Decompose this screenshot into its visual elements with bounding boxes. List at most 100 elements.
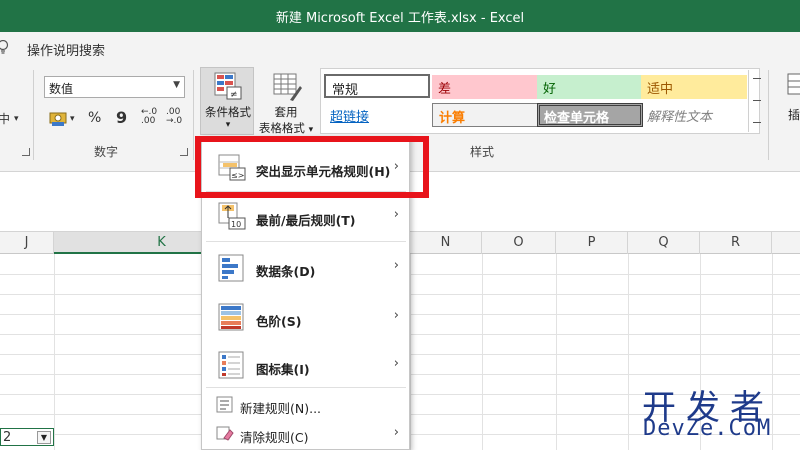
column-header-n[interactable]: N xyxy=(410,232,482,254)
menu-item-label: 数据条(D) xyxy=(256,264,316,279)
alignment-launcher-icon[interactable] xyxy=(22,148,30,156)
more-styles-icon xyxy=(753,122,761,123)
format-as-table-label-2-text: 表格格式 xyxy=(258,121,305,135)
format-as-table-label-1: 套用 xyxy=(274,105,298,119)
icon-sets-icon xyxy=(218,351,244,379)
align-center-partial[interactable]: 中 xyxy=(0,110,10,127)
percent-style-button[interactable]: % xyxy=(88,110,101,126)
increase-decimal-button[interactable]: ←.0 .00 xyxy=(141,108,157,126)
insert-label: 插 xyxy=(788,108,800,122)
menu-item-data-bars[interactable]: 数据条(D) › xyxy=(202,245,409,291)
top-ten-number: 10 xyxy=(231,220,241,229)
column-header-p[interactable]: P xyxy=(556,232,628,254)
color-scales-icon xyxy=(218,303,244,331)
group-separator xyxy=(33,70,34,160)
decrease-decimal-button[interactable]: .00 →.0 xyxy=(166,108,182,126)
style-hyperlink-label: 超链接 xyxy=(330,110,370,125)
style-bad[interactable]: 差 xyxy=(432,75,538,99)
menu-item-label: 色阶(S) xyxy=(256,314,302,329)
annotation-highlight-box xyxy=(195,136,429,198)
eraser-icon xyxy=(216,426,234,441)
column-header-o[interactable]: O xyxy=(482,232,556,254)
conditional-formatting-icon: ≠ xyxy=(214,72,242,100)
menu-item-label: 清除规则(C) xyxy=(240,430,309,445)
align-dropdown-icon[interactable]: ▾ xyxy=(14,114,19,124)
svg-text:≠: ≠ xyxy=(230,90,238,100)
scroll-up-icon xyxy=(753,78,761,79)
tell-me-bar: 操作说明搜索 xyxy=(0,32,800,62)
currency-format-icon[interactable] xyxy=(48,110,68,128)
currency-dropdown-icon[interactable]: ▾ xyxy=(70,114,75,124)
increase-decimal-bottom: .00 xyxy=(141,116,156,126)
style-check-cell[interactable]: 检查单元格 xyxy=(537,103,643,127)
menu-item-new-rule[interactable]: 新建规则(N)... xyxy=(202,393,409,417)
style-hyperlink[interactable]: 超链接 xyxy=(324,103,430,127)
format-as-table-button[interactable]: 套用 表格格式 ▾ xyxy=(256,68,316,136)
styles-group-label: 样式 xyxy=(470,145,495,159)
style-explanatory[interactable]: 解释性文本 xyxy=(641,103,747,127)
style-good[interactable]: 好 xyxy=(537,75,643,99)
menu-item-label: 最前/最后规则(T) xyxy=(256,213,356,228)
conditional-formatting-label: 条件格式 xyxy=(205,105,251,119)
format-as-table-label-2: 表格格式 ▾ xyxy=(256,120,316,136)
column-header-q[interactable]: Q xyxy=(628,232,700,254)
chevron-down-icon: ▾ xyxy=(308,125,314,135)
data-bars-icon xyxy=(218,254,244,282)
submenu-arrow-icon: › xyxy=(393,258,399,273)
grid-col-line xyxy=(556,254,557,450)
grid-col-line xyxy=(54,254,55,450)
column-header-r[interactable]: R xyxy=(700,232,772,254)
menu-separator xyxy=(206,387,406,388)
style-good-label: 好 xyxy=(543,82,557,97)
group-separator xyxy=(193,70,194,160)
column-header-j[interactable]: J xyxy=(0,232,54,254)
style-neutral[interactable]: 适中 xyxy=(641,75,747,99)
number-format-select[interactable]: 数值 ▼ xyxy=(44,76,185,98)
number-group-label: 数字 xyxy=(94,145,119,159)
menu-item-label: 图标集(I) xyxy=(256,362,310,377)
style-calculation-label: 计算 xyxy=(439,111,466,126)
number-format-value: 数值 xyxy=(49,82,74,96)
cell-value: 2 xyxy=(3,430,12,445)
chevron-down-icon: ▼ xyxy=(173,80,180,90)
styles-scroll-control[interactable] xyxy=(748,70,764,132)
style-neutral-label: 适中 xyxy=(647,82,674,97)
number-launcher-icon[interactable] xyxy=(180,148,188,156)
format-as-table-icon xyxy=(273,73,302,101)
style-calculation[interactable]: 计算 xyxy=(432,103,538,127)
grid-col-line xyxy=(410,254,411,450)
insert-cells-icon xyxy=(787,73,800,95)
submenu-arrow-icon: › xyxy=(393,425,399,440)
conditional-formatting-button[interactable]: ≠ 条件格式 ▾ xyxy=(200,67,254,135)
insert-button[interactable]: 插 xyxy=(772,70,800,140)
new-rule-icon xyxy=(216,396,233,413)
watermark-text-en: DevZe.CoM xyxy=(643,416,772,441)
style-explanatory-label: 解释性文本 xyxy=(647,110,713,125)
menu-item-top-bottom-rules[interactable]: 10 最前/最后规则(T) › xyxy=(202,195,409,241)
menu-item-label: 新建规则(N)... xyxy=(240,401,322,416)
menu-item-color-scales[interactable]: 色阶(S) › xyxy=(202,295,409,341)
submenu-arrow-icon: › xyxy=(393,308,399,323)
style-normal[interactable]: 常规 xyxy=(324,74,430,98)
chevron-down-icon: ▾ xyxy=(225,120,231,130)
filter-dropdown-icon[interactable]: ▼ xyxy=(37,431,51,444)
submenu-arrow-icon: › xyxy=(393,207,399,222)
style-check-cell-label: 检查单元格 xyxy=(544,111,610,126)
menu-item-clear-rules[interactable]: 清除规则(C) › xyxy=(202,421,409,447)
menu-separator xyxy=(206,241,406,242)
comma-style-button[interactable]: 9 xyxy=(116,108,127,127)
window-title: 新建 Microsoft Excel 工作表.xlsx - Excel xyxy=(275,11,525,26)
grid-col-line xyxy=(628,254,629,450)
lightbulb-icon xyxy=(0,40,9,54)
menu-item-icon-sets[interactable]: 图标集(I) › xyxy=(202,343,409,389)
tell-me-search[interactable]: 操作说明搜索 xyxy=(27,40,105,59)
group-separator xyxy=(768,70,769,160)
style-bad-label: 差 xyxy=(438,82,452,97)
style-normal-label: 常规 xyxy=(332,83,359,98)
cell-styles-gallery: 常规 差 好 适中 超链接 计算 检查单元格 解释性文本 xyxy=(320,68,760,134)
scroll-down-icon xyxy=(753,100,761,101)
filter-cell[interactable]: 2 ▼ xyxy=(0,428,54,446)
submenu-arrow-icon: › xyxy=(393,356,399,371)
grid-col-line xyxy=(482,254,483,450)
top-bottom-rules-icon: 10 xyxy=(218,202,246,230)
